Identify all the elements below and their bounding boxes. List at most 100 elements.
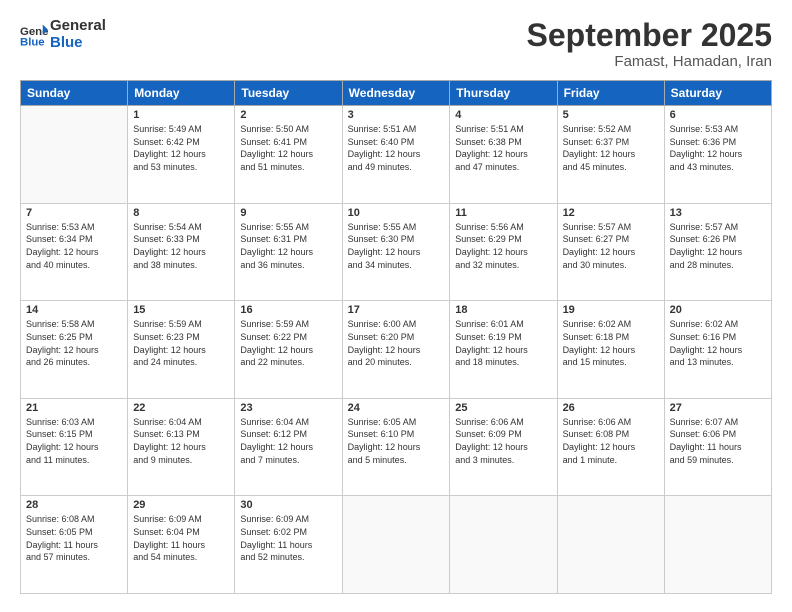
table-row: 2 Sunrise: 5:50 AM Sunset: 6:41 PM Daylig… (235, 106, 342, 204)
month-title: September 2025 (527, 18, 772, 53)
day-info: Sunrise: 5:53 AM Sunset: 6:34 PM Dayligh… (26, 221, 122, 271)
table-row: 24Sunrise: 6:05 AM Sunset: 6:10 PM Dayli… (342, 398, 450, 496)
day-number: 15 (133, 304, 229, 316)
title-section: September 2025 Famast, Hamadan, Iran (527, 18, 772, 70)
day-number: 17 (348, 304, 445, 316)
day-info: Sunrise: 5:59 AM Sunset: 6:23 PM Dayligh… (133, 318, 229, 368)
day-info: Sunrise: 5:58 AM Sunset: 6:25 PM Dayligh… (26, 318, 122, 368)
table-row (450, 496, 557, 594)
calendar-table: Sunday Monday Tuesday Wednesday Thursday… (20, 80, 772, 594)
day-info: Sunrise: 6:06 AM Sunset: 6:08 PM Dayligh… (563, 416, 659, 466)
day-number: 14 (26, 304, 122, 316)
day-info: Sunrise: 5:57 AM Sunset: 6:27 PM Dayligh… (563, 221, 659, 271)
day-number: 25 (455, 402, 551, 414)
day-info: Sunrise: 5:55 AM Sunset: 6:31 PM Dayligh… (240, 221, 336, 271)
day-info: Sunrise: 6:00 AM Sunset: 6:20 PM Dayligh… (348, 318, 445, 368)
day-number: 20 (670, 304, 766, 316)
day-number: 1 (133, 109, 229, 121)
table-row: 5Sunrise: 5:52 AM Sunset: 6:37 PM Daylig… (557, 106, 664, 204)
table-row: 29Sunrise: 6:09 AM Sunset: 6:04 PM Dayli… (128, 496, 235, 594)
col-saturday: Saturday (664, 81, 771, 106)
week-row-1: 7 Sunrise: 5:53 AM Sunset: 6:34 PM Daylig… (21, 203, 772, 301)
week-row-4: 28 Sunrise: 6:08 AM Sunset: 6:05 PM Dayli… (21, 496, 772, 594)
day-number: 23 (240, 402, 336, 414)
day-info: Sunrise: 5:56 AM Sunset: 6:29 PM Dayligh… (455, 221, 551, 271)
table-row: 28 Sunrise: 6:08 AM Sunset: 6:05 PM Dayli… (21, 496, 128, 594)
day-info: Sunrise: 5:49 AM Sunset: 6:42 PM Dayligh… (133, 123, 229, 173)
day-info: Sunrise: 6:04 AM Sunset: 6:12 PM Dayligh… (240, 416, 336, 466)
day-number: 3 (348, 109, 445, 121)
day-number: 7 (26, 207, 122, 219)
table-row: 3Sunrise: 5:51 AM Sunset: 6:40 PM Daylig… (342, 106, 450, 204)
table-row: 16 Sunrise: 5:59 AM Sunset: 6:22 PM Dayli… (235, 301, 342, 399)
table-row: 10 Sunrise: 5:55 AM Sunset: 6:30 PM Dayli… (342, 203, 450, 301)
day-info: Sunrise: 5:55 AM Sunset: 6:30 PM Dayligh… (348, 221, 445, 271)
calendar-header-row: Sunday Monday Tuesday Wednesday Thursday… (21, 81, 772, 106)
table-row: 18 Sunrise: 6:01 AM Sunset: 6:19 PM Dayli… (450, 301, 557, 399)
day-info: Sunrise: 5:59 AM Sunset: 6:22 PM Dayligh… (240, 318, 336, 368)
day-number: 5 (563, 109, 659, 121)
day-number: 10 (348, 207, 445, 219)
week-row-3: 21 Sunrise: 6:03 AM Sunset: 6:15 PM Dayli… (21, 398, 772, 496)
table-row: 27 Sunrise: 6:07 AM Sunset: 6:06 PM Dayli… (664, 398, 771, 496)
table-row: 11 Sunrise: 5:56 AM Sunset: 6:29 PM Dayli… (450, 203, 557, 301)
day-number: 8 (133, 207, 229, 219)
table-row: 4Sunrise: 5:51 AM Sunset: 6:38 PM Daylig… (450, 106, 557, 204)
logo-icon: General Blue (20, 21, 48, 49)
table-row: 12 Sunrise: 5:57 AM Sunset: 6:27 PM Dayli… (557, 203, 664, 301)
table-row: 19Sunrise: 6:02 AM Sunset: 6:18 PM Dayli… (557, 301, 664, 399)
page: General Blue General Blue September 2025… (0, 0, 792, 612)
table-row: 6Sunrise: 5:53 AM Sunset: 6:36 PM Daylig… (664, 106, 771, 204)
day-info: Sunrise: 6:05 AM Sunset: 6:10 PM Dayligh… (348, 416, 445, 466)
table-row: 26Sunrise: 6:06 AM Sunset: 6:08 PM Dayli… (557, 398, 664, 496)
header: General Blue General Blue September 2025… (20, 18, 772, 70)
table-row: 17 Sunrise: 6:00 AM Sunset: 6:20 PM Dayli… (342, 301, 450, 399)
day-info: Sunrise: 6:02 AM Sunset: 6:16 PM Dayligh… (670, 318, 766, 368)
table-row: 14 Sunrise: 5:58 AM Sunset: 6:25 PM Dayli… (21, 301, 128, 399)
day-number: 6 (670, 109, 766, 121)
day-info: Sunrise: 6:03 AM Sunset: 6:15 PM Dayligh… (26, 416, 122, 466)
table-row: 9 Sunrise: 5:55 AM Sunset: 6:31 PM Daylig… (235, 203, 342, 301)
day-number: 22 (133, 402, 229, 414)
logo-general-text: General (50, 18, 106, 35)
day-number: 18 (455, 304, 551, 316)
table-row: 22 Sunrise: 6:04 AM Sunset: 6:13 PM Dayli… (128, 398, 235, 496)
day-number: 12 (563, 207, 659, 219)
day-info: Sunrise: 6:06 AM Sunset: 6:09 PM Dayligh… (455, 416, 551, 466)
table-row: 8 Sunrise: 5:54 AM Sunset: 6:33 PM Daylig… (128, 203, 235, 301)
day-number: 2 (240, 109, 336, 121)
col-tuesday: Tuesday (235, 81, 342, 106)
week-row-0: 1 Sunrise: 5:49 AM Sunset: 6:42 PM Daylig… (21, 106, 772, 204)
col-friday: Friday (557, 81, 664, 106)
col-monday: Monday (128, 81, 235, 106)
col-wednesday: Wednesday (342, 81, 450, 106)
day-info: Sunrise: 6:04 AM Sunset: 6:13 PM Dayligh… (133, 416, 229, 466)
day-number: 11 (455, 207, 551, 219)
day-info: Sunrise: 6:07 AM Sunset: 6:06 PM Dayligh… (670, 416, 766, 466)
day-info: Sunrise: 6:01 AM Sunset: 6:19 PM Dayligh… (455, 318, 551, 368)
table-row (664, 496, 771, 594)
day-number: 30 (240, 499, 336, 511)
day-info: Sunrise: 6:08 AM Sunset: 6:05 PM Dayligh… (26, 513, 122, 563)
logo-blue-text: Blue (50, 35, 106, 52)
table-row: 15 Sunrise: 5:59 AM Sunset: 6:23 PM Dayli… (128, 301, 235, 399)
table-row (21, 106, 128, 204)
day-number: 29 (133, 499, 229, 511)
day-info: Sunrise: 5:50 AM Sunset: 6:41 PM Dayligh… (240, 123, 336, 173)
table-row: 23 Sunrise: 6:04 AM Sunset: 6:12 PM Dayli… (235, 398, 342, 496)
day-number: 16 (240, 304, 336, 316)
day-number: 9 (240, 207, 336, 219)
table-row: 25 Sunrise: 6:06 AM Sunset: 6:09 PM Dayli… (450, 398, 557, 496)
day-info: Sunrise: 5:57 AM Sunset: 6:26 PM Dayligh… (670, 221, 766, 271)
day-info: Sunrise: 5:54 AM Sunset: 6:33 PM Dayligh… (133, 221, 229, 271)
day-number: 21 (26, 402, 122, 414)
table-row: 13Sunrise: 5:57 AM Sunset: 6:26 PM Dayli… (664, 203, 771, 301)
location: Famast, Hamadan, Iran (527, 53, 772, 70)
week-row-2: 14 Sunrise: 5:58 AM Sunset: 6:25 PM Dayli… (21, 301, 772, 399)
col-sunday: Sunday (21, 81, 128, 106)
logo: General Blue General Blue (20, 18, 106, 51)
day-number: 28 (26, 499, 122, 511)
day-number: 19 (563, 304, 659, 316)
svg-text:Blue: Blue (20, 36, 45, 48)
day-number: 27 (670, 402, 766, 414)
